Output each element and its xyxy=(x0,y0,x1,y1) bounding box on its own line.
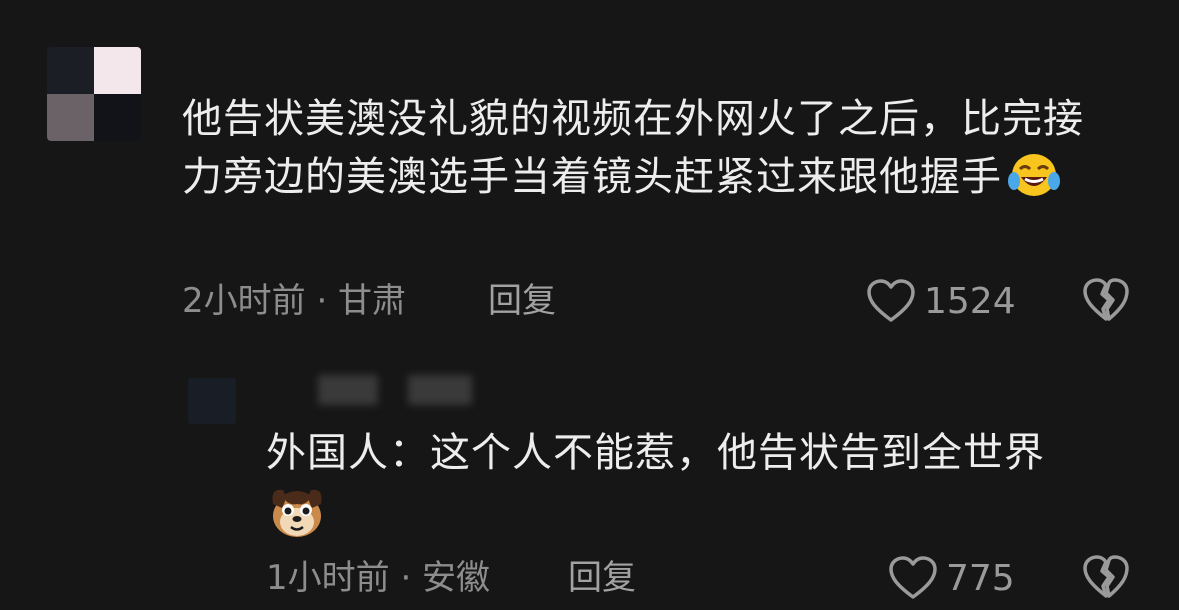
avatar-tile xyxy=(47,47,94,94)
laughing-crying-emoji-icon xyxy=(1008,154,1060,196)
heart-icon xyxy=(867,279,915,322)
like-button[interactable]: 775 xyxy=(888,555,1015,601)
broken-heart-icon[interactable] xyxy=(1082,553,1130,601)
broken-heart-icon[interactable] xyxy=(1082,276,1130,324)
reply-avatar[interactable] xyxy=(188,378,236,424)
blurred-username xyxy=(408,375,472,405)
comment-timestamp-location: 2小时前 · 甘肃 xyxy=(182,281,407,321)
reply-timestamp-location: 1小时前 · 安徽 xyxy=(266,558,491,598)
avatar-tile xyxy=(47,94,94,141)
reply-button[interactable]: 回复 xyxy=(568,553,636,603)
comment-text: 他告状美澳没礼貌的视频在外网火了之后，比完接力旁边的美澳选手当着镜头赶紧过来跟他… xyxy=(182,90,1112,206)
like-count: 1524 xyxy=(924,280,1016,322)
like-button[interactable]: 1524 xyxy=(866,278,1016,324)
avatar[interactable] xyxy=(47,47,141,141)
reply-button[interactable]: 回复 xyxy=(488,276,556,326)
like-count: 775 xyxy=(946,557,1015,599)
reply-text: 外国人：这个人不能惹，他告状告到全世界 xyxy=(266,430,1045,476)
comment-body: 他告状美澳没礼貌的视频在外网火了之后，比完接力旁边的美澳选手当着镜头赶紧过来跟他… xyxy=(182,96,1084,200)
heart-icon xyxy=(889,556,937,599)
avatar-tile xyxy=(94,94,141,141)
blurred-username xyxy=(318,375,378,405)
avatar-tile xyxy=(94,47,141,94)
dog-emoji-icon xyxy=(272,489,322,537)
